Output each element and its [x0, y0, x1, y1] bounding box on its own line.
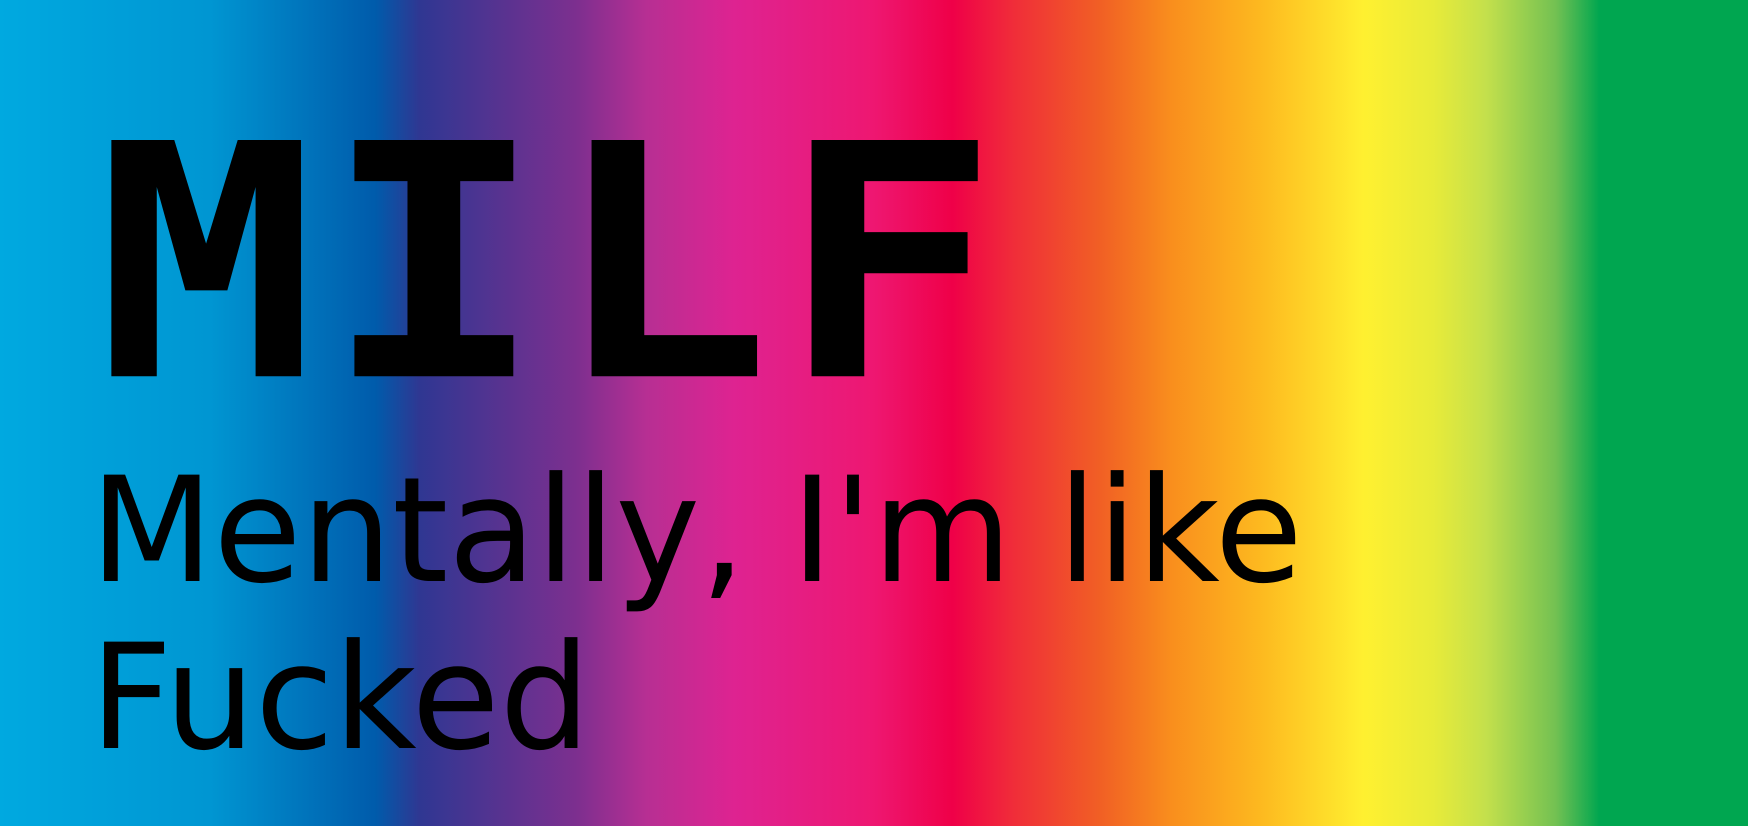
- subtitle-line-1: Mentally, I'm like: [90, 446, 1303, 616]
- headline-milf: MILF: [96, 76, 1007, 453]
- subtitle-text: Mentally, I'm like Fucked: [90, 446, 1303, 783]
- subtitle-line-2: Fucked: [90, 613, 591, 783]
- rainbow-poster-canvas: MILF Mentally, I'm like Fucked: [0, 0, 1748, 826]
